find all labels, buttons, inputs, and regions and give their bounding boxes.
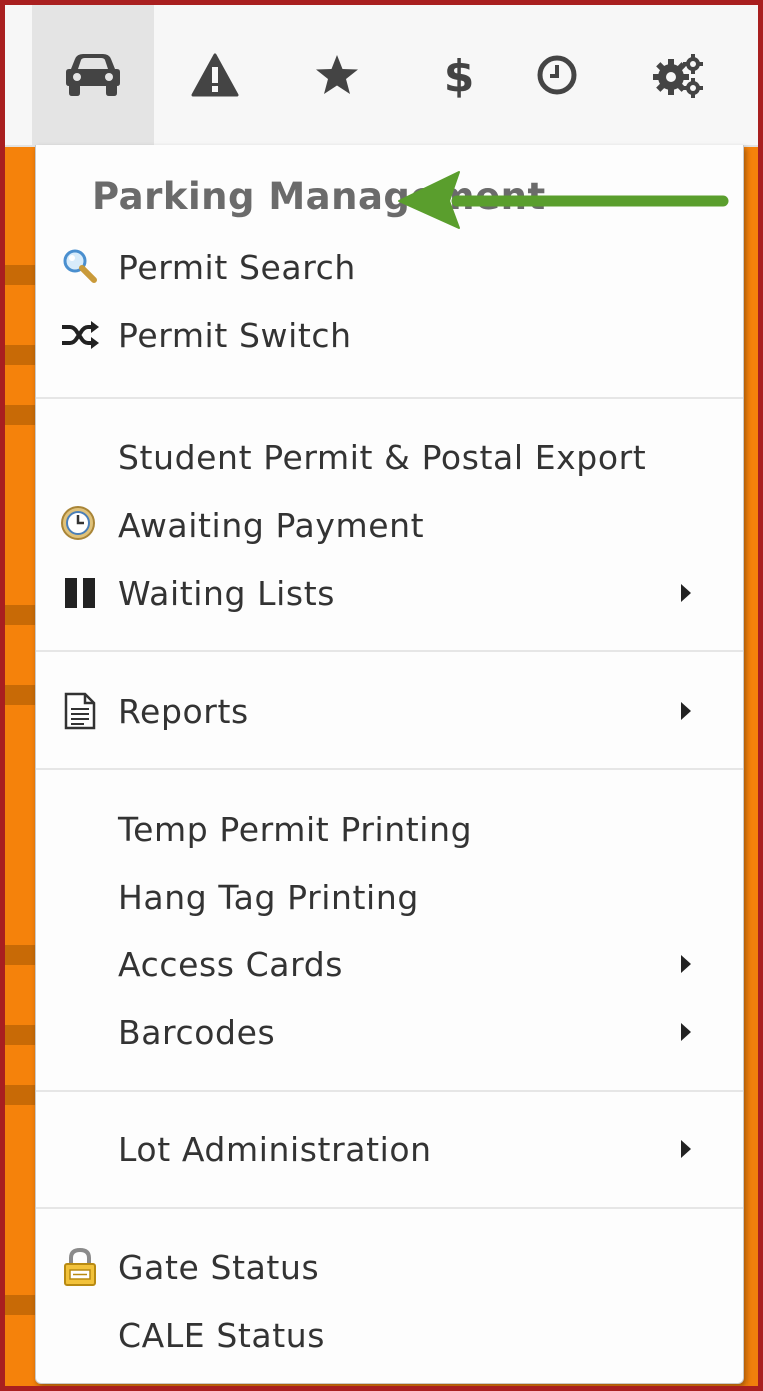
menu-item-waiting-lists[interactable]: Waiting Lists [36, 563, 743, 623]
menu-item-label: Temp Permit Printing [118, 809, 473, 849]
menu-item-label: Access Cards [118, 944, 344, 984]
menu-item-label: Student Permit & Postal Export [118, 437, 647, 477]
submenu-arrow-icon [681, 955, 691, 973]
menu-item-label: Waiting Lists [118, 573, 336, 613]
alerts-button[interactable] [154, 5, 276, 145]
bg-panel [747, 910, 758, 1386]
bg-pattern [5, 605, 35, 625]
menu-item-label: Awaiting Payment [118, 505, 425, 545]
submenu-arrow-icon [681, 1023, 691, 1041]
menu-divider [36, 1207, 743, 1209]
menu-item-lot-administration[interactable]: Lot Administration [36, 1119, 743, 1179]
parking-menu-button[interactable] [32, 5, 154, 145]
submenu-arrow-icon [681, 1140, 691, 1158]
parking-dropdown-menu: Parking Management Permit Search Permit … [35, 145, 744, 1384]
menu-divider [36, 397, 743, 399]
menu-item-label: Reports [118, 691, 249, 731]
submenu-arrow-icon [681, 584, 691, 602]
clock-icon [537, 55, 577, 95]
menu-item-label: Permit Search [118, 247, 356, 287]
menu-item-label: Barcodes [118, 1012, 276, 1052]
history-button[interactable] [496, 5, 618, 145]
bg-pattern [5, 1085, 35, 1105]
shuffle-icon [60, 315, 100, 355]
menu-item-gate-status[interactable]: Gate Status [36, 1237, 743, 1297]
menu-item-label: CALE Status [118, 1315, 326, 1355]
gears-icon [653, 54, 703, 98]
menu-item-barcodes[interactable]: Barcodes [36, 1002, 743, 1062]
bg-pattern [5, 945, 35, 965]
menu-item-permit-switch[interactable]: Permit Switch [36, 305, 743, 365]
menu-divider [36, 768, 743, 770]
top-toolbar: $ [5, 5, 758, 147]
menu-item-hang-tag-printing[interactable]: Hang Tag Printing [36, 867, 743, 927]
svg-text:$: $ [444, 51, 474, 99]
menu-item-permit-search[interactable]: Permit Search [36, 237, 743, 297]
menu-item-cale-status[interactable]: CALE Status [36, 1305, 743, 1365]
bg-pattern [5, 685, 35, 705]
favorites-button[interactable] [276, 5, 398, 145]
bg-pattern [5, 1295, 35, 1315]
pause-icon [60, 573, 100, 613]
menu-item-label: Lot Administration [118, 1129, 432, 1169]
dollar-icon: $ [444, 51, 474, 99]
menu-item-temp-permit-printing[interactable]: Temp Permit Printing [36, 799, 743, 859]
menu-item-reports[interactable]: Reports [36, 681, 743, 741]
menu-item-awaiting-payment[interactable]: Awaiting Payment [36, 495, 743, 555]
clock-badge-icon [60, 505, 100, 545]
padlock-icon [60, 1247, 100, 1287]
submenu-arrow-icon [681, 702, 691, 720]
menu-item-label: Hang Tag Printing [118, 877, 419, 917]
menu-item-label: Gate Status [118, 1247, 320, 1287]
bg-pattern [5, 265, 35, 285]
settings-button[interactable] [618, 5, 740, 145]
magnifier-icon [60, 247, 100, 287]
car-icon [66, 54, 120, 96]
star-icon [316, 55, 358, 94]
document-icon [60, 691, 100, 731]
green-arrow-annotation [398, 171, 729, 229]
bg-pattern [5, 345, 35, 365]
bg-pattern [5, 405, 35, 425]
menu-divider [36, 1090, 743, 1092]
window-frame: $ Parking Management Permit Search Permi… [0, 0, 763, 1391]
warning-icon [191, 53, 239, 97]
menu-item-label: Permit Switch [118, 315, 352, 355]
bg-pattern [5, 1025, 35, 1045]
menu-item-access-cards[interactable]: Access Cards [36, 934, 743, 994]
menu-divider [36, 650, 743, 652]
menu-item-student-export[interactable]: Student Permit & Postal Export [36, 427, 743, 487]
